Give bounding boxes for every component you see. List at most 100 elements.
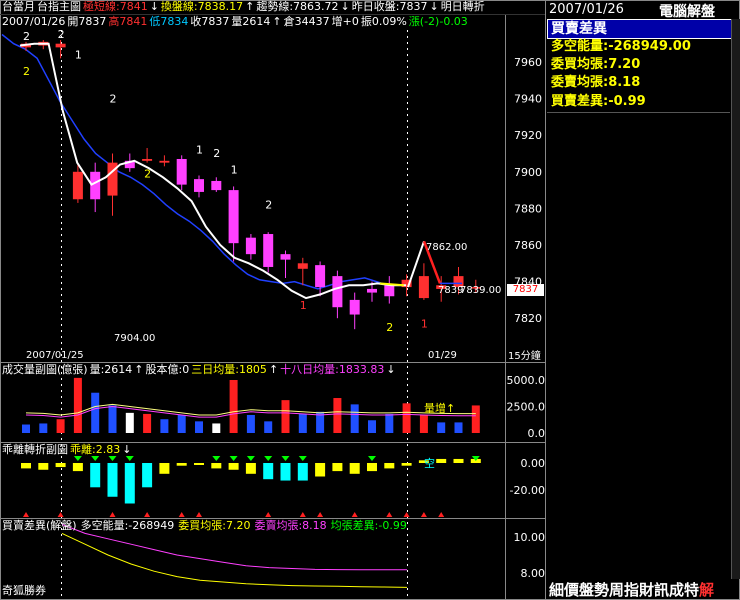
buysell-header-item-4: 均張差異:-0.99	[330, 519, 407, 532]
field-buy-sell-diff: 買賣差異:-0.99	[551, 94, 646, 109]
price-tick-7920: 7920	[514, 129, 542, 142]
volume-bar	[471, 405, 480, 433]
buysell-header-item-0: 買賣差異(解盤)	[2, 519, 77, 532]
volume-increase-tag: 量增↑	[424, 402, 456, 415]
candle-body	[159, 160, 170, 163]
deviation-header-item-2: ↓	[122, 443, 132, 456]
green-marker	[368, 456, 376, 461]
swing-label-1: 2	[23, 65, 30, 78]
deviation-bar	[384, 463, 395, 469]
chart-header-ohlc: 2007/01/26 開7837 高7841 低7834 收7837 量2614 ↑ 倉344…	[2, 16, 470, 28]
swing-label-12: 1	[421, 317, 428, 330]
deviation-bar	[124, 463, 135, 504]
swing-label-10: 1	[300, 299, 307, 312]
deviation-tick-0.00: 0.00	[521, 457, 546, 470]
deviation-bar	[90, 463, 101, 488]
last-price-badge: 7837	[507, 284, 544, 296]
volume-header-item-2: ↑	[134, 363, 144, 376]
price-label-7904: 7904.00	[114, 333, 156, 344]
candle-body	[297, 263, 308, 269]
green-marker	[108, 456, 117, 461]
interval-label[interactable]: 15分鐘	[508, 351, 541, 363]
volume-panel-header: 成交量副圖(億張) 量:2614 ↑ 股本億:0 三日均量:1805 ↑ 十八日均量:183…	[2, 364, 398, 376]
swing-label-11: 2	[386, 321, 393, 334]
bid-size-line	[61, 532, 408, 588]
right-panel-scrollbar[interactable]	[731, 19, 740, 579]
deviation-bar	[211, 463, 222, 469]
header-ohlc-4: 收7837	[190, 15, 230, 28]
candle-body	[367, 288, 377, 293]
volume-bar	[143, 413, 152, 433]
header-indicator-10: 明日轉折	[440, 0, 485, 13]
price-label-7862: 7862.00	[426, 242, 468, 253]
red-marker	[386, 512, 393, 517]
deviation-bar	[159, 463, 170, 474]
header-ohlc-9: 振0.09%	[360, 15, 407, 28]
green-marker	[125, 456, 134, 461]
volume-bar	[419, 414, 428, 433]
date-left-label: 2007/01/25	[26, 350, 84, 361]
field-long-short-energy: 多空能量:-268949.00	[551, 39, 691, 54]
candle-body	[384, 285, 395, 297]
green-marker	[212, 456, 221, 461]
red-marker	[403, 512, 410, 517]
volume-header-item-3: 股本億:0	[145, 363, 190, 376]
green-marker	[91, 456, 100, 461]
deviation-bar	[332, 463, 343, 472]
candle-body	[315, 265, 326, 288]
right-panel-brand[interactable]: 電腦解盤	[659, 1, 715, 21]
price-tick-7860: 7860	[514, 239, 542, 252]
candle-body	[349, 299, 360, 315]
header-indicator-6: 趨勢線:7863.72	[256, 0, 339, 13]
header-ohlc-3: 低7834	[149, 15, 189, 28]
candle-body	[176, 158, 187, 185]
volume-bar	[108, 405, 117, 433]
candle-body	[194, 179, 204, 192]
red-marker	[265, 512, 272, 517]
deviation-chart: 0.00 -20.00	[21, 456, 545, 517]
candle-body	[418, 276, 429, 299]
buysell-header-item-2: 委買均張:7.20	[178, 519, 251, 532]
volume-tick-0.0: 0.0	[528, 427, 546, 440]
deviation-bar	[72, 463, 83, 472]
header-ohlc-6: ↑	[272, 15, 282, 28]
header-ohlc-10: 漲(-2)-0.03	[408, 15, 468, 28]
footer-menu-accent: 解	[699, 581, 715, 599]
deviation-bar	[107, 463, 118, 497]
deviation-bar	[401, 463, 412, 466]
deviation-bar	[21, 463, 31, 469]
price-tick-7900: 7900	[514, 166, 542, 179]
header-indicator-7: ↓	[340, 0, 350, 13]
date-right-label: 01/29	[428, 350, 457, 361]
header-indicator-8: 昨日收盤:7837	[351, 0, 428, 13]
deviation-bar	[349, 463, 360, 474]
green-marker	[229, 456, 238, 461]
header-indicator-0: 台當月	[2, 0, 35, 13]
deviation-tick--20.00: -20.00	[510, 484, 545, 497]
swing-label-0: 2	[23, 30, 30, 43]
price-label-7839-short: 7839	[438, 285, 464, 296]
buysell-tick-10.00: 10.00	[514, 531, 546, 544]
deviation-bar	[142, 463, 153, 488]
header-ohlc-1: 開7837	[67, 15, 107, 28]
volume-bar	[385, 413, 394, 433]
volume-bar	[298, 413, 307, 433]
volume-header-item-4: 三日均量:1805	[191, 363, 267, 376]
header-ohlc-7: 倉34437	[283, 15, 330, 28]
volume-bar	[246, 414, 255, 433]
volume-bar	[195, 421, 203, 433]
swing-label-3: 1	[75, 48, 82, 61]
candle-body	[280, 254, 291, 260]
candle-body	[263, 234, 274, 267]
deviation-bar	[436, 458, 447, 463]
right-panel-title-bar: 買賣差異	[547, 19, 732, 39]
volume-bar	[56, 419, 65, 433]
candle-body	[245, 237, 256, 255]
red-marker	[351, 512, 358, 517]
right-panel-footer[interactable]: 細價盤勢周指財訊成特解	[549, 579, 714, 600]
red-marker	[57, 512, 64, 517]
price-tick-7940: 7940	[514, 93, 542, 106]
volume-bar	[125, 412, 134, 433]
red-marker	[144, 512, 151, 517]
volume-header-item-6: 十八日均量:1833.83	[280, 363, 385, 376]
